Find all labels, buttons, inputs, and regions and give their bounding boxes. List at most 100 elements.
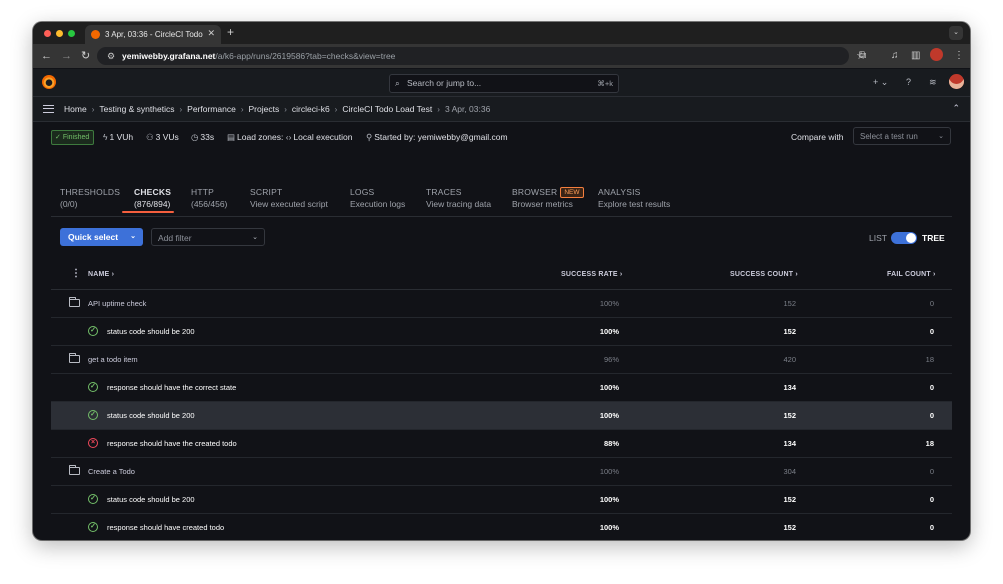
success-check-icon: ✓	[88, 326, 98, 336]
menu-hamburger-icon[interactable]	[43, 105, 54, 113]
row-name: status code should be 200	[107, 411, 195, 420]
minimize-window-button[interactable]	[56, 30, 63, 37]
close-tab-icon[interactable]: ✕	[207, 28, 215, 39]
list-view-label: LIST	[869, 233, 887, 243]
breadcrumb-test[interactable]: CircleCI Todo Load Test	[342, 104, 432, 114]
add-filter-select[interactable]: Add filter ⌄	[151, 228, 265, 246]
row-success-rate: 88%	[603, 439, 619, 448]
breadcrumb-project[interactable]: circleci-k6	[292, 104, 330, 114]
breadcrumb-testing-synthetics[interactable]: Testing & synthetics	[99, 104, 174, 114]
column-success-count[interactable]: SUCCESS COUNT ›	[730, 271, 798, 278]
media-controls-icon[interactable]: ♫	[891, 49, 899, 63]
tab-http[interactable]: HTTP (456/456)	[191, 186, 227, 210]
breadcrumb: Home › Testing & synthetics › Performance ›…	[64, 97, 490, 121]
column-options-icon[interactable]: ⋮	[71, 269, 81, 279]
browser-menu-icon[interactable]: ⋮	[954, 49, 964, 63]
site-settings-icon[interactable]: ⚙	[107, 47, 115, 65]
reload-icon[interactable]: ↻	[81, 49, 90, 63]
success-check-icon: ✓	[88, 494, 98, 504]
row-success-rate: 100%	[599, 383, 619, 392]
add-new-menu[interactable]: + ⌄	[873, 76, 888, 88]
clock-icon: ◷	[191, 132, 199, 142]
row-fail-count: 0	[929, 327, 934, 336]
column-name[interactable]: NAME ›	[88, 271, 114, 278]
row-fail-count: 0	[929, 383, 934, 392]
breadcrumb-home[interactable]: Home	[64, 104, 87, 114]
users-icon: ⚇	[146, 132, 154, 142]
group-row[interactable]: API uptime check 100% 152 0	[51, 290, 952, 318]
result-tabs: THRESHOLDS (0/0) CHECKS (876/894) HTTP (456…	[51, 182, 952, 217]
check-row[interactable]: ✓ status code should be 200 100% 152 0	[51, 402, 952, 430]
row-success-rate: 100%	[599, 495, 619, 504]
tab-checks[interactable]: CHECKS (876/894)	[134, 186, 171, 210]
user-icon: ⚲	[366, 132, 373, 142]
news-feed-icon[interactable]: ≋	[929, 76, 937, 88]
success-check-icon: ✓	[88, 522, 98, 532]
tab-search-button[interactable]: ⌄	[949, 26, 963, 40]
breadcrumb-performance[interactable]: Performance	[187, 104, 236, 114]
duration-stat: ◷ 33s	[191, 132, 215, 142]
table-body: API uptime check 100% 152 0 ✓ status code sho…	[51, 290, 952, 540]
quick-select-button[interactable]: Quick select ⌄	[60, 228, 143, 246]
tab-thresholds[interactable]: THRESHOLDS (0/0)	[60, 186, 120, 210]
close-window-button[interactable]	[44, 30, 51, 37]
new-tab-button[interactable]: +	[227, 25, 234, 39]
row-success-count: 134	[783, 383, 796, 392]
view-switch[interactable]	[891, 232, 917, 244]
check-row[interactable]: ✓ status code should be 200 100% 152 0	[51, 486, 952, 514]
column-fail-count[interactable]: FAIL COUNT ›	[887, 271, 936, 278]
chevron-right-icon: ›	[179, 104, 183, 114]
side-panel-icon[interactable]: ▥	[911, 49, 920, 63]
search-shortcut: ⌘+k	[597, 79, 613, 88]
row-success-rate: 100%	[599, 411, 619, 420]
row-fail-count: 0	[929, 467, 934, 476]
browser-tab-title: 3 Apr, 03:36 - CircleCI Todo L	[105, 30, 205, 39]
tab-script[interactable]: SCRIPT View executed script	[250, 186, 328, 210]
folder-icon	[68, 465, 80, 475]
browser-tab-active[interactable]: 3 Apr, 03:36 - CircleCI Todo L ✕	[85, 25, 221, 44]
folder-icon	[68, 297, 80, 307]
row-success-rate: 100%	[599, 299, 619, 308]
status-badge: ✓ Finished	[51, 130, 95, 145]
collapse-chevron-icon[interactable]: ⌃	[952, 103, 960, 114]
tree-view-label: TREE	[922, 233, 945, 243]
group-row[interactable]: get a todo item 96% 420 18	[51, 346, 952, 374]
search-input[interactable]: ⌕ Search or jump to... ⌘+k	[389, 74, 619, 93]
breadcrumb-current-run: 3 Apr, 03:36	[444, 104, 491, 114]
row-name: response should have created todo	[107, 523, 225, 532]
address-bar[interactable]: ⚙ yemiwebby.grafana.net/a/k6-app/runs/26…	[97, 47, 866, 65]
grafana-logo-icon[interactable]	[42, 75, 56, 89]
row-name: get a todo item	[88, 355, 138, 364]
breadcrumb-projects[interactable]: Projects	[249, 104, 280, 114]
group-row[interactable]: Create a Todo 100% 304 0	[51, 458, 952, 486]
maximize-window-button[interactable]	[68, 30, 75, 37]
row-success-count: 152	[783, 299, 796, 308]
tab-logs[interactable]: LOGS Execution logs	[350, 186, 405, 210]
fail-x-icon: ×	[88, 438, 98, 448]
column-success-rate[interactable]: SUCCESS RATE ›	[561, 271, 622, 278]
lightning-icon: ϟ	[103, 132, 108, 142]
back-arrow-icon[interactable]: ←	[41, 49, 52, 63]
tab-traces[interactable]: TRACES View tracing data	[426, 186, 491, 210]
started-by-stat: ⚲ Started by: yemiwebby@gmail.com	[366, 132, 508, 142]
row-success-rate: 96%	[603, 355, 619, 364]
switch-knob	[906, 233, 916, 243]
vus-stat: ⚇ 3 VUs	[146, 132, 179, 142]
row-success-count: 134	[783, 439, 796, 448]
browser-tab-strip: 3 Apr, 03:36 - CircleCI Todo L ✕ + ⌄	[33, 22, 970, 44]
tab-analysis[interactable]: ANALYSIS Explore test results	[598, 186, 670, 210]
row-success-rate: 100%	[599, 523, 619, 532]
row-name: response should have the created todo	[107, 439, 237, 448]
check-row[interactable]: × response should have the created todo 88…	[51, 430, 952, 458]
active-tab-indicator	[122, 211, 174, 213]
profile-avatar[interactable]	[930, 48, 943, 61]
forward-arrow-icon[interactable]: →	[61, 49, 72, 63]
check-row[interactable]: ✓ response should have the correct state 1…	[51, 374, 952, 402]
user-avatar[interactable]	[949, 74, 964, 89]
compare-run-select[interactable]: Select a test run ⌄	[853, 127, 951, 145]
help-icon[interactable]: ?	[906, 76, 911, 88]
extensions-icon[interactable]: ⧉	[859, 49, 866, 63]
tab-browser[interactable]: BROWSER NEW Browser metrics	[512, 186, 584, 210]
check-row[interactable]: ✓ status code should be 200 100% 152 0	[51, 318, 952, 346]
check-row[interactable]: ✓ response should have created todo 100% 15…	[51, 514, 952, 540]
